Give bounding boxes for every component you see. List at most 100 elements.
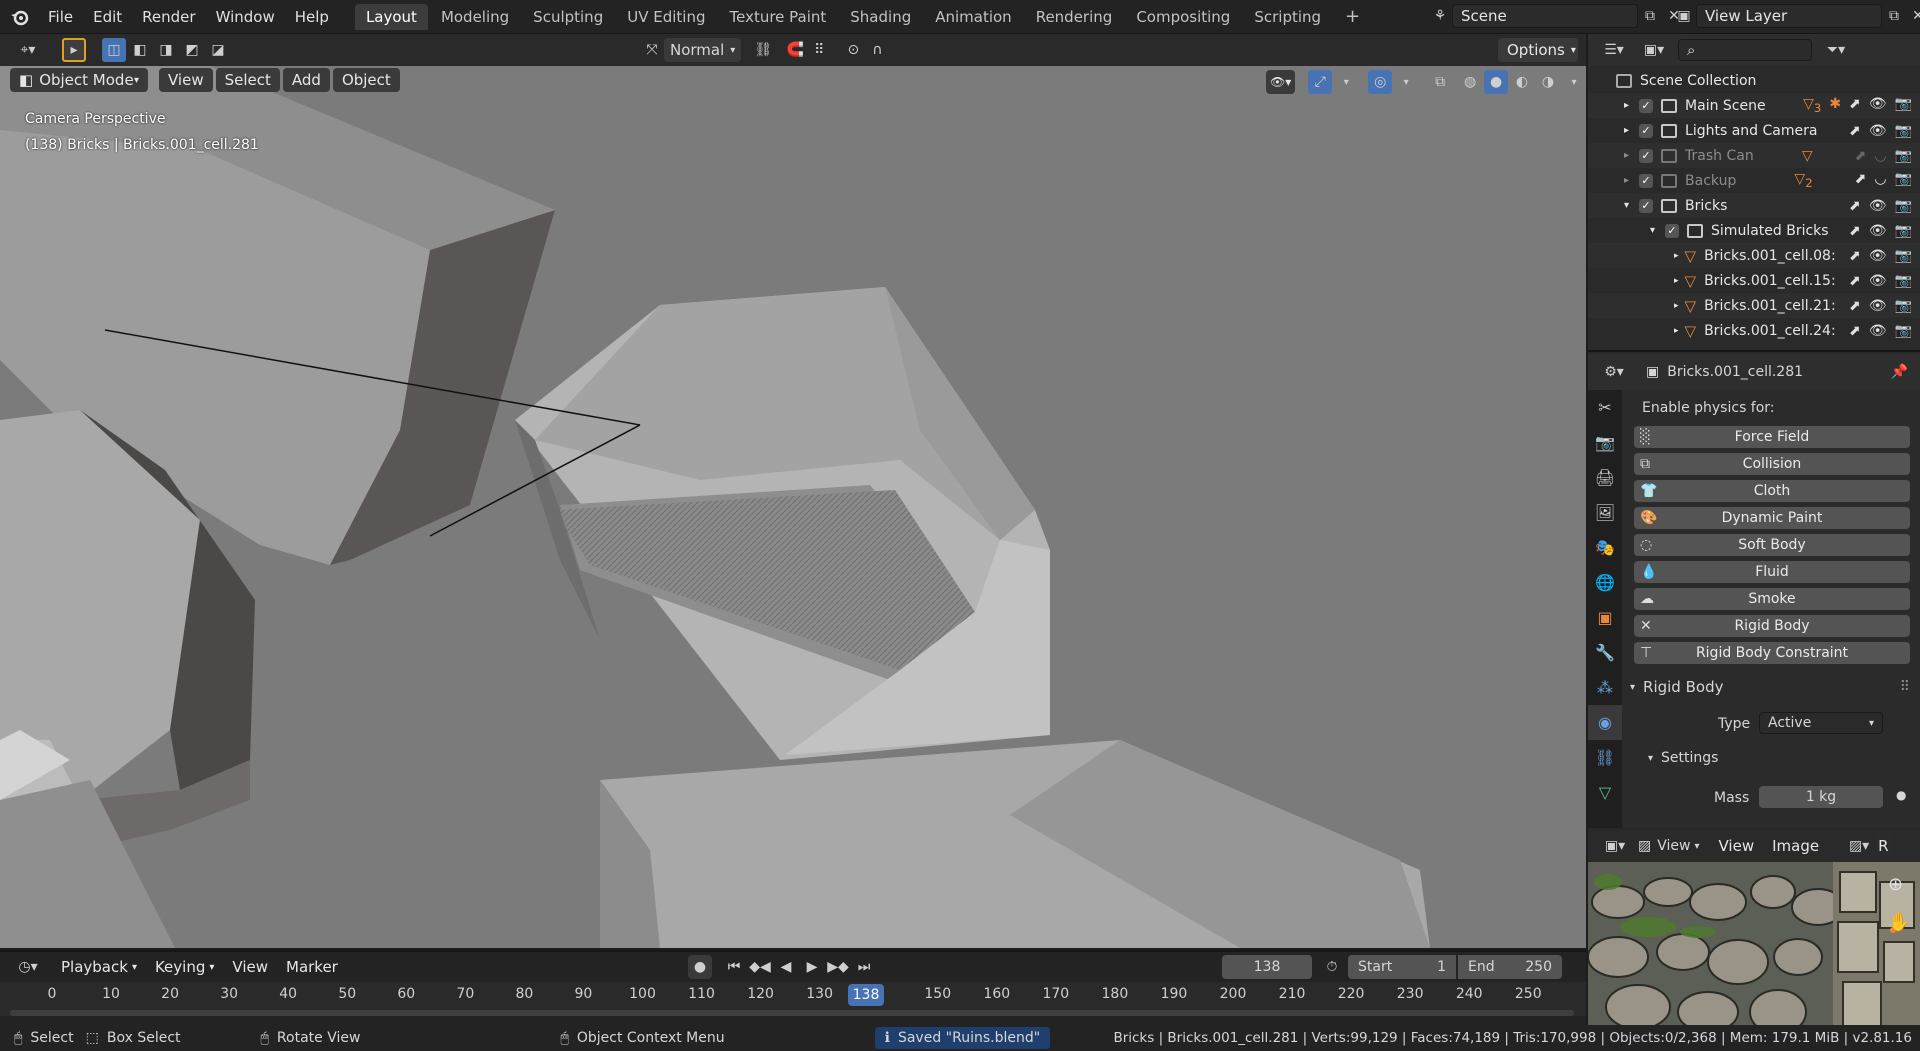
expand-arrow-icon[interactable]: ▸ xyxy=(1674,276,1679,286)
checkbox[interactable]: ✓ xyxy=(1639,173,1654,188)
camera-icon[interactable]: 📷 xyxy=(1895,273,1912,289)
keyframe-dot-icon[interactable]: ● xyxy=(1896,788,1906,802)
filter-icon[interactable]: ⏷▾ xyxy=(1824,38,1848,62)
outliner-row-lights-camera[interactable]: ▸ ✓ Lights and Camera ⬈ 👁 📷 xyxy=(1588,118,1920,143)
outliner-row-simulated-bricks[interactable]: ▾ ✓ Simulated Bricks ⬈ 👁 📷 xyxy=(1588,218,1920,243)
selectable-icon[interactable]: ⬈ xyxy=(1849,123,1861,139)
selectable-icon[interactable]: ⬈ xyxy=(1855,148,1867,164)
modifier-tab-icon[interactable]: 🔧 xyxy=(1588,635,1622,670)
play-reverse-icon[interactable]: ◀ xyxy=(774,955,798,979)
eye-icon[interactable]: 👁 xyxy=(1869,223,1887,239)
proportional-edit-icon[interactable]: ⊙ xyxy=(841,38,865,62)
select-tool-icon[interactable]: ▸ xyxy=(62,38,86,62)
scene-icon[interactable]: ⚘ xyxy=(1428,4,1452,28)
camera-off-icon[interactable]: 📷 xyxy=(1895,148,1912,164)
eye-closed-icon[interactable]: ◡ xyxy=(1874,171,1886,190)
collapse-arrow-icon[interactable]: ▾ xyxy=(1650,225,1655,236)
blender-logo-icon[interactable] xyxy=(8,5,32,29)
checkbox[interactable]: ✓ xyxy=(1665,223,1680,238)
xray-icon[interactable]: ⧉ xyxy=(1428,70,1452,94)
jump-end-icon[interactable]: ⏭ xyxy=(852,955,876,979)
rendered-shading-icon[interactable]: ◑ xyxy=(1536,70,1560,94)
selectable-icon[interactable]: ⬈ xyxy=(1849,323,1861,339)
tab-rendering[interactable]: Rendering xyxy=(1025,4,1124,30)
eye-closed-icon[interactable]: ◡ xyxy=(1874,148,1886,164)
display-mode-icon[interactable]: ▣▾ xyxy=(1636,38,1672,62)
select-new-icon[interactable]: ◫ xyxy=(102,38,126,62)
particles-tab-icon[interactable]: ⁂ xyxy=(1588,670,1622,705)
object-tab-icon[interactable]: ▣ xyxy=(1588,600,1622,635)
checkbox[interactable]: ✓ xyxy=(1639,148,1654,163)
orientation-dropdown[interactable]: Normal ▾ xyxy=(664,38,742,62)
selectable-icon[interactable]: ⬈ xyxy=(1849,96,1861,115)
properties-editor-icon[interactable]: ⚙▾ xyxy=(1596,360,1632,384)
expand-arrow-icon[interactable]: ▸ xyxy=(1674,326,1679,336)
tab-sculpting[interactable]: Sculpting xyxy=(522,4,614,30)
select-extend-icon[interactable]: ◧ xyxy=(128,38,152,62)
view-layer-tab-icon[interactable]: 🖼 xyxy=(1588,495,1622,530)
preview-range-icon[interactable]: ⏱ xyxy=(1320,955,1344,979)
scene-collection-row[interactable]: Scene Collection xyxy=(1588,68,1920,93)
view-layer-icon[interactable]: ▣ xyxy=(1672,4,1696,28)
browse-image-icon[interactable]: ▨▾ xyxy=(1842,834,1876,858)
add-menu[interactable]: Add xyxy=(282,68,330,92)
force-field-button[interactable]: ░ Force Field xyxy=(1634,426,1910,448)
mode-dropdown[interactable]: ◧ Object Mode ▾ xyxy=(10,68,148,92)
eye-icon[interactable]: 👁 xyxy=(1869,248,1887,264)
output-tab-icon[interactable]: 🖨 xyxy=(1588,460,1622,495)
tab-shading[interactable]: Shading xyxy=(839,4,922,30)
outliner-row-object[interactable]: ▸ ▽ Bricks.001_cell.15: ⬈ 👁 📷 xyxy=(1588,268,1920,293)
image-view-menu[interactable]: View xyxy=(1710,834,1764,858)
outliner-row-bricks[interactable]: ▾ ✓ Bricks ⬈ 👁 📷 xyxy=(1588,193,1920,218)
expand-arrow-icon[interactable]: ▸ xyxy=(1624,125,1629,136)
eye-icon[interactable]: 👁 xyxy=(1869,96,1887,115)
collapse-arrow-icon[interactable]: ▾ xyxy=(1624,200,1629,211)
scene-name-field[interactable]: Scene xyxy=(1452,4,1638,28)
selectable-icon[interactable]: ⬈ xyxy=(1849,248,1861,264)
scene-tab-icon[interactable]: 🎭 xyxy=(1588,530,1622,565)
visibility-icon[interactable]: 👁▾ xyxy=(1266,70,1296,94)
solid-shading-icon[interactable]: ● xyxy=(1484,70,1509,94)
selectable-icon[interactable]: ⬈ xyxy=(1849,198,1861,214)
select-intersect-icon[interactable]: ◪ xyxy=(206,38,230,62)
eye-icon[interactable]: 👁 xyxy=(1869,298,1887,314)
mass-field[interactable]: 1 kg xyxy=(1759,786,1883,808)
menu-help[interactable]: Help xyxy=(285,0,339,34)
editor-type-icon[interactable]: ⌖▾ xyxy=(10,38,46,62)
overlays-dropdown-icon[interactable]: ▾ xyxy=(1394,70,1418,94)
eye-icon[interactable]: 👁 xyxy=(1869,273,1887,289)
select-subtract-icon[interactable]: ◨ xyxy=(154,38,178,62)
outliner-editor-icon[interactable]: ☰▾ xyxy=(1596,38,1632,62)
camera-icon[interactable]: 📷 xyxy=(1895,123,1912,139)
outliner-search-input[interactable]: ⌕ xyxy=(1678,39,1812,61)
tab-layout[interactable]: Layout xyxy=(354,3,428,30)
marker-menu[interactable]: Marker xyxy=(277,955,347,979)
menu-edit[interactable]: Edit xyxy=(83,0,132,34)
snap-icon[interactable]: 🧲 xyxy=(783,38,807,62)
data-tab-icon[interactable]: ▽ xyxy=(1588,775,1622,810)
view-layer-field[interactable]: View Layer xyxy=(1696,4,1882,28)
timeline-editor-icon[interactable]: ◷▾ xyxy=(10,955,46,979)
material-shading-icon[interactable]: ◐ xyxy=(1510,70,1534,94)
play-icon[interactable]: ▶ xyxy=(800,955,824,979)
next-keyframe-icon[interactable]: ▶◆ xyxy=(826,955,850,979)
record-icon[interactable]: ● xyxy=(688,955,712,979)
end-frame-field[interactable]: End 250 xyxy=(1458,955,1562,979)
object-menu[interactable]: Object xyxy=(332,68,400,92)
render-tab-icon[interactable]: 📷 xyxy=(1588,425,1622,460)
start-frame-field[interactable]: Start 1 xyxy=(1348,955,1456,979)
outliner-row-trash-can[interactable]: ▸ ✓ Trash Can ▽ ⬈ ◡ 📷 xyxy=(1588,143,1920,168)
selectable-icon[interactable]: ⬈ xyxy=(1855,171,1867,190)
wireframe-shading-icon[interactable]: ◍ xyxy=(1458,70,1482,94)
tab-modeling[interactable]: Modeling xyxy=(430,4,520,30)
camera-icon[interactable]: 📷 xyxy=(1895,198,1912,214)
menu-file[interactable]: File xyxy=(38,0,83,34)
expand-arrow-icon[interactable]: ▸ xyxy=(1674,251,1679,261)
selectable-icon[interactable]: ⬈ xyxy=(1849,273,1861,289)
3d-viewport[interactable]: Camera Perspective (138) Bricks | Bricks… xyxy=(0,66,1586,948)
constraints-tab-icon[interactable]: ⛓ xyxy=(1588,740,1622,775)
outliner-row-object[interactable]: ▸ ▽ Bricks.001_cell.24: ⬈ 👁 📷 xyxy=(1588,318,1920,343)
cloth-button[interactable]: 👕 Cloth xyxy=(1634,480,1910,502)
pivot-icon[interactable]: ⛓ xyxy=(751,38,775,62)
pin-icon[interactable]: 📌 xyxy=(1891,364,1908,380)
